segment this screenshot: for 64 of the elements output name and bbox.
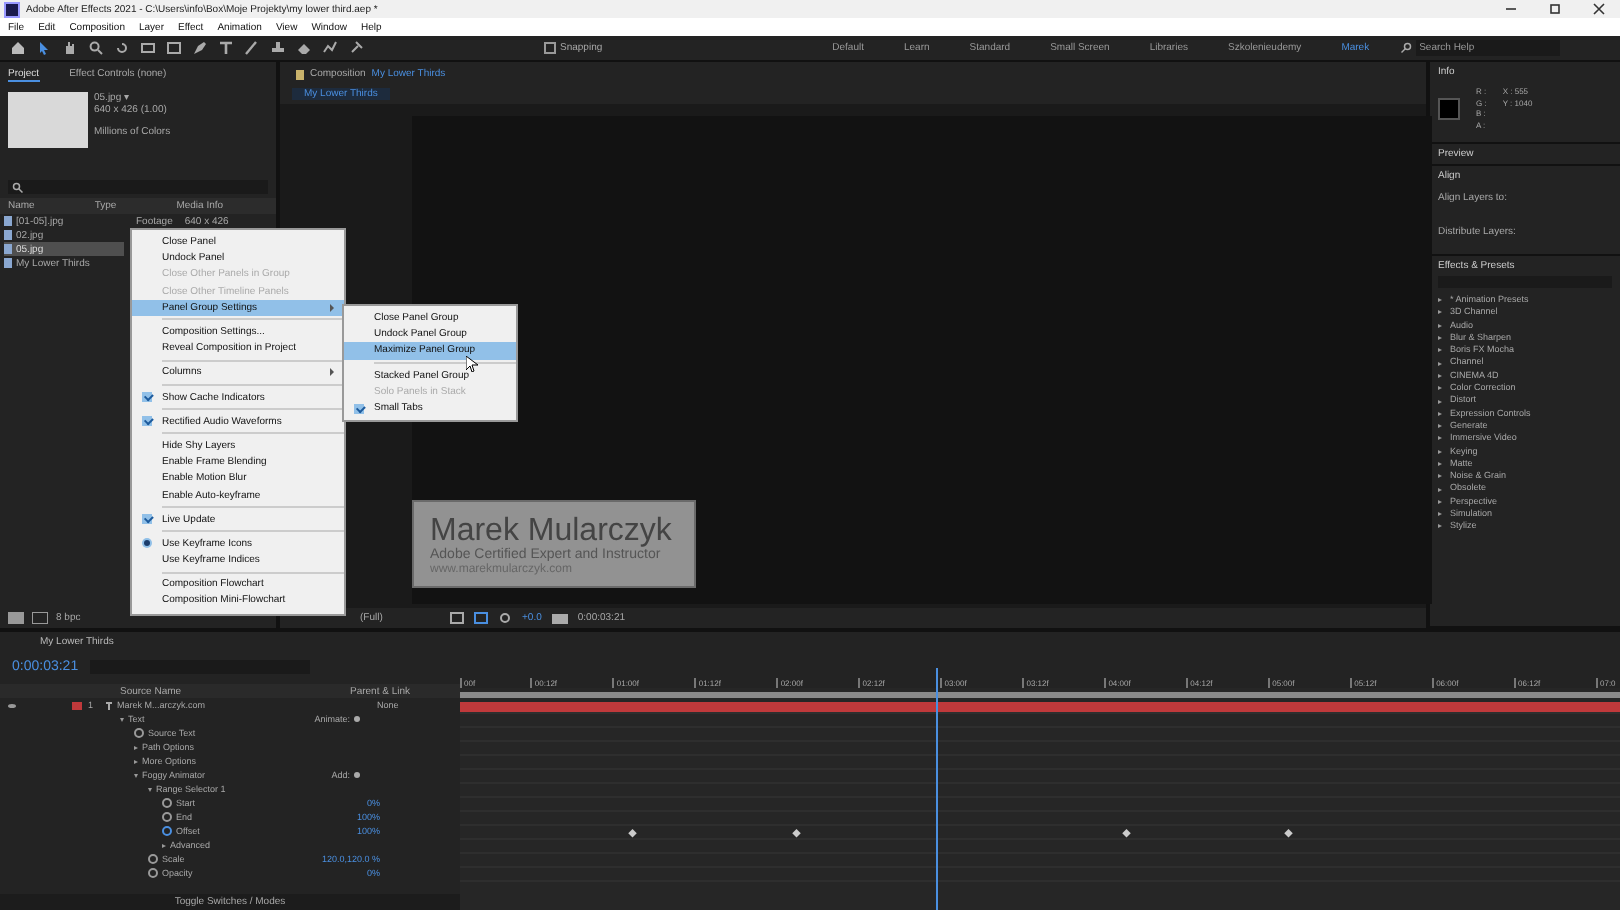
- eraser-tool-icon[interactable]: [296, 40, 312, 56]
- expand-arrow-icon[interactable]: [1438, 474, 1442, 479]
- brush-tool-icon[interactable]: [244, 40, 260, 56]
- keyframe-icon[interactable]: [793, 828, 801, 837]
- rotate-tool-icon[interactable]: [114, 40, 130, 56]
- project-search-field[interactable]: [8, 180, 268, 194]
- expand-arrow-icon[interactable]: [1438, 386, 1442, 391]
- composition-icon[interactable]: [32, 612, 48, 624]
- label-color-swatch[interactable]: [72, 701, 82, 709]
- expand-arrow-icon[interactable]: [1438, 499, 1442, 504]
- app-icon: [4, 1, 20, 17]
- hand-tool-icon[interactable]: [62, 40, 78, 56]
- stamp-tool-icon[interactable]: [270, 40, 286, 56]
- expand-arrow-icon[interactable]: [1438, 449, 1442, 454]
- expand-arrow-icon[interactable]: [1438, 524, 1442, 529]
- roto-brush-icon[interactable]: [322, 40, 338, 56]
- expand-arrow-icon[interactable]: [1438, 361, 1442, 366]
- expand-arrow-icon[interactable]: [1438, 487, 1442, 492]
- keyframe-icon[interactable]: [1122, 828, 1130, 837]
- expand-arrow-icon[interactable]: [1438, 436, 1442, 441]
- zoom-tool-icon[interactable]: [88, 40, 104, 56]
- expand-arrow-icon[interactable]: [162, 843, 166, 847]
- lower-third-title: Marek Mularczyk: [430, 513, 674, 547]
- close-icon: [1591, 2, 1605, 16]
- stopwatch-icon[interactable]: [162, 826, 172, 836]
- rectangle-tool-icon[interactable]: [166, 40, 182, 56]
- expand-arrow-icon[interactable]: [1438, 424, 1442, 429]
- expand-arrow-icon[interactable]: [134, 759, 138, 763]
- search-icon: [12, 181, 24, 193]
- expand-arrow-icon[interactable]: [1438, 512, 1442, 517]
- add-button-icon[interactable]: [354, 716, 360, 722]
- expand-arrow-icon[interactable]: [1438, 348, 1442, 353]
- expand-arrow-icon[interactable]: [1438, 323, 1442, 328]
- snapping-checkbox[interactable]: [544, 42, 556, 54]
- expand-arrow-icon[interactable]: [1438, 310, 1442, 315]
- expand-arrow-icon[interactable]: [1438, 298, 1442, 303]
- expand-arrow-icon[interactable]: [1438, 336, 1442, 341]
- pen-tool-icon[interactable]: [192, 40, 208, 56]
- submenu-arrow-icon: [330, 368, 334, 377]
- mouse-cursor-icon: [466, 356, 478, 372]
- keyframe-icon[interactable]: [1284, 828, 1292, 837]
- keyframe-icon[interactable]: [628, 828, 636, 837]
- photo-placeholder: [8, 92, 88, 148]
- add-button-icon[interactable]: [354, 772, 360, 778]
- home-icon[interactable]: [10, 40, 26, 56]
- expand-arrow-icon[interactable]: [1438, 411, 1442, 416]
- type-tool-icon[interactable]: [218, 40, 234, 56]
- expand-arrow-icon[interactable]: [134, 745, 138, 749]
- lock-icon[interactable]: [296, 69, 304, 79]
- pin-tool-icon[interactable]: [348, 40, 364, 56]
- maximize-icon: [1547, 2, 1561, 16]
- expand-arrow-icon[interactable]: [1438, 399, 1442, 404]
- expand-arrow-icon[interactable]: [120, 717, 124, 721]
- expand-arrow-icon[interactable]: [1438, 462, 1442, 466]
- expand-arrow-icon[interactable]: [134, 773, 138, 777]
- stopwatch-icon[interactable]: [134, 728, 144, 738]
- selection-tool-icon[interactable]: [36, 40, 52, 56]
- expand-arrow-icon[interactable]: [1438, 373, 1442, 378]
- color-swatch: [1438, 97, 1460, 119]
- text-layer-icon: [105, 701, 112, 709]
- expand-arrow-icon[interactable]: [148, 787, 152, 791]
- search-icon: [1399, 42, 1412, 54]
- minimize-icon: [1503, 2, 1517, 16]
- submenu-arrow-icon: [330, 303, 334, 312]
